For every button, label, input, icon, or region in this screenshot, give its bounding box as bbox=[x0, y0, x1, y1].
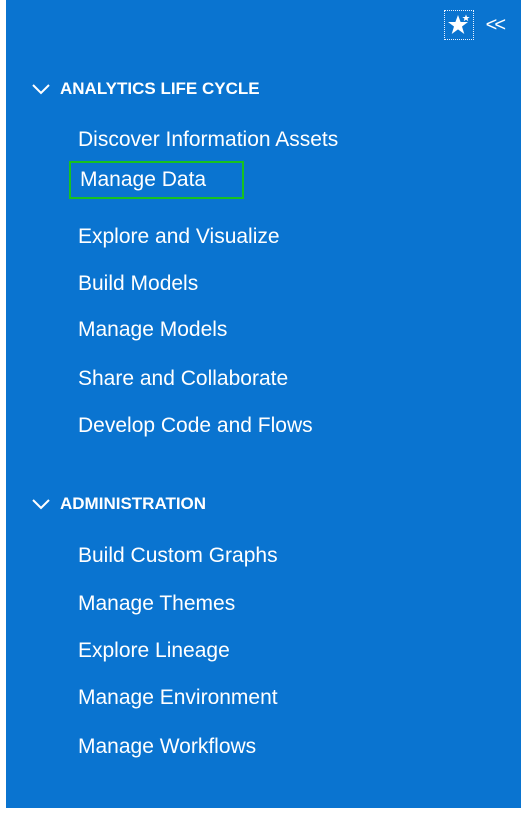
nav-item-manage-models[interactable]: Manage Models bbox=[78, 316, 227, 344]
chevron-down-icon bbox=[32, 499, 50, 510]
nav-item-manage-themes[interactable]: Manage Themes bbox=[78, 590, 235, 618]
favorites-button[interactable] bbox=[443, 10, 474, 40]
double-chevron-left-icon: << bbox=[485, 14, 506, 36]
panel-toolbar: << bbox=[443, 10, 506, 40]
side-navigation-panel: << ANALYTICS LIFE CYCLE Discover Informa… bbox=[6, 0, 521, 808]
collapse-panel-button[interactable]: << bbox=[485, 14, 506, 36]
nav-item-manage-workflows[interactable]: Manage Workflows bbox=[78, 733, 256, 761]
nav-item-build-models[interactable]: Build Models bbox=[78, 270, 198, 298]
section-title: ADMINISTRATION bbox=[60, 494, 207, 513]
nav-item-develop-code-and-flows[interactable]: Develop Code and Flows bbox=[78, 412, 313, 440]
nav-item-explore-lineage[interactable]: Explore Lineage bbox=[78, 637, 230, 665]
nav-item-manage-data[interactable]: Manage Data bbox=[69, 161, 244, 199]
nav-item-manage-environment[interactable]: Manage Environment bbox=[78, 684, 278, 712]
nav-item-explore-and-visualize[interactable]: Explore and Visualize bbox=[78, 223, 280, 251]
chevron-down-icon bbox=[32, 84, 50, 95]
nav-item-build-custom-graphs[interactable]: Build Custom Graphs bbox=[78, 542, 278, 570]
section-header-administration[interactable]: ADMINISTRATION bbox=[30, 494, 206, 514]
nav-item-share-and-collaborate[interactable]: Share and Collaborate bbox=[78, 365, 288, 393]
section-title: ANALYTICS LIFE CYCLE bbox=[60, 79, 260, 98]
star-icon bbox=[447, 14, 470, 34]
nav-item-discover-information-assets[interactable]: Discover Information Assets bbox=[78, 126, 338, 154]
section-header-analytics-life-cycle[interactable]: ANALYTICS LIFE CYCLE bbox=[30, 79, 260, 99]
